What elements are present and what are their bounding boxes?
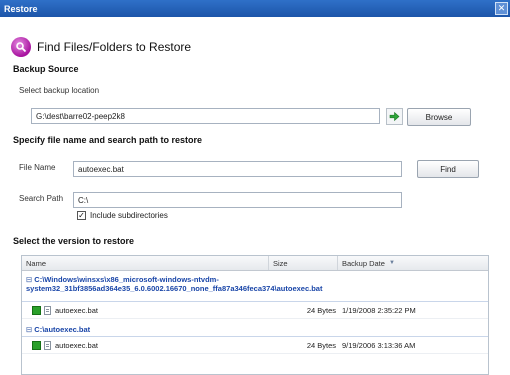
window-title: Restore [4,3,38,14]
title-bar: Restore ✕ [0,0,510,17]
include-subdirectories-option[interactable]: ✓ Include subdirectories [77,211,168,220]
include-subdirectories-label: Include subdirectories [90,211,168,220]
backup-source-heading: Backup Source [13,64,79,74]
version-group[interactable]: ⊟ C:\autoexec.bat [22,321,488,337]
version-group-path: C:\Windows\winsxs\x86_microsoft-windows-… [26,275,323,293]
close-icon[interactable]: ✕ [495,2,508,15]
dialog-header: Find Files/Folders to Restore [11,37,191,57]
select-version-checkbox[interactable] [32,340,41,350]
column-header-size[interactable]: Size [269,256,338,270]
backup-location-label: Select backup location [19,86,100,95]
collapse-icon[interactable]: ⊟ [26,325,32,334]
file-name-field[interactable]: autoexec.bat [73,161,402,177]
version-file-name: autoexec.bat [55,305,98,315]
version-row[interactable]: autoexec.bat 24 Bytes 1/19/2008 2:35:22 … [22,302,488,319]
version-group-path: C:\autoexec.bat [34,325,91,334]
find-button[interactable]: Find [417,160,479,178]
go-button[interactable] [386,108,403,125]
version-backup-date: 9/19/2006 3:13:36 AM [342,340,416,350]
version-file-name: autoexec.bat [55,340,98,350]
collapse-icon[interactable]: ⊟ [26,275,32,284]
browse-button[interactable]: Browse [407,108,471,126]
version-backup-date: 1/19/2008 2:35:22 PM [342,305,416,315]
search-icon [11,37,31,57]
file-name-label: File Name [19,163,56,172]
search-path-label: Search Path [19,194,64,203]
file-icon [44,340,51,350]
column-header-backup-date[interactable]: Backup Date ▼ [338,256,488,270]
version-group[interactable]: ⊟ C:\Windows\winsxs\x86_microsoft-windows… [22,271,488,302]
include-subdirectories-checkbox[interactable]: ✓ [77,211,86,220]
column-header-backup-date-label: Backup Date [342,258,385,268]
search-path-field[interactable]: C:\ [73,192,402,208]
version-row[interactable]: autoexec.bat 24 Bytes 9/19/2006 3:13:36 … [22,337,488,354]
dialog-title: Find Files/Folders to Restore [37,40,192,54]
version-file-size: 24 Bytes [306,305,336,315]
backup-location-field[interactable]: G:\dest\barre02-peep2k8 [31,108,380,124]
sort-desc-icon: ▼ [388,260,395,266]
restore-window: Restore ✕ Find Files/Folders to Restore … [0,0,510,375]
version-file-size: 24 Bytes [306,340,336,350]
versions-grid: Name Size Backup Date ▼ ⊟ C:\Windows\wins… [21,255,489,375]
versions-heading: Select the version to restore [13,236,135,246]
grid-header: Name Size Backup Date ▼ [22,256,488,271]
search-heading: Specify file name and search path to res… [13,135,203,145]
file-icon [44,305,51,315]
arrow-right-icon [389,111,400,122]
select-version-checkbox[interactable] [32,305,41,315]
column-header-name[interactable]: Name [22,256,269,270]
